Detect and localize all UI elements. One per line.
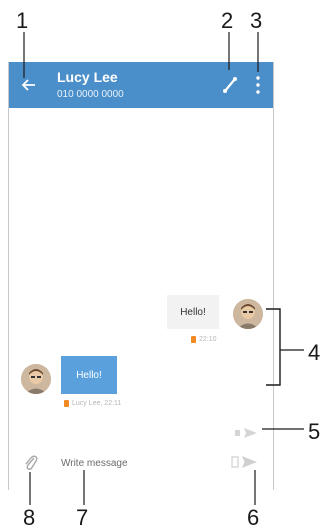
message-composer (9, 446, 273, 490)
app-bar: Lucy Lee 010 0000 0000 (9, 62, 273, 108)
more-vertical-icon (256, 76, 260, 94)
message-input[interactable] (61, 452, 211, 474)
sim-status-icon (64, 400, 69, 407)
callout-4: 4 (308, 340, 321, 365)
user-avatar-icon (21, 364, 51, 394)
callout-5: 5 (308, 419, 321, 444)
call-button[interactable] (221, 76, 239, 94)
back-button[interactable] (19, 75, 39, 95)
avatar (233, 299, 263, 329)
contact-name: Lucy Lee (57, 69, 118, 85)
callout-3: 3 (250, 8, 263, 33)
callout-8: 8 (23, 505, 36, 530)
send-button[interactable] (231, 454, 259, 470)
arrow-back-icon (21, 79, 35, 91)
avatar (21, 364, 51, 394)
send-icon (231, 456, 257, 468)
paperclip-icon (25, 455, 38, 470)
phone-icon (223, 77, 237, 93)
sim-status-icon (191, 336, 196, 343)
send-status-icon (235, 428, 257, 438)
callout-6: 6 (247, 505, 260, 530)
callout-1: 1 (16, 8, 29, 33)
outgoing-message-bubble[interactable]: Hello! (167, 295, 219, 329)
callout-7: 7 (76, 505, 89, 530)
more-options-button[interactable] (255, 75, 261, 95)
attach-button[interactable] (23, 454, 39, 472)
user-avatar-icon (233, 299, 263, 329)
incoming-message-bubble[interactable]: Hello! (61, 356, 117, 394)
callout-2: 2 (221, 8, 234, 33)
incoming-message-meta: Lucy Lee, 22:11 (64, 400, 121, 407)
outgoing-message-meta: 22:10 (191, 336, 217, 343)
messaging-screen: Lucy Lee 010 0000 0000 Hello! 22:10 Hell… (8, 62, 274, 490)
send-status-indicator (235, 426, 259, 438)
outgoing-message-time: 22:10 (199, 336, 217, 343)
contact-phone-number: 010 0000 0000 (57, 89, 124, 100)
incoming-message-sender-time: Lucy Lee, 22:11 (72, 400, 122, 407)
